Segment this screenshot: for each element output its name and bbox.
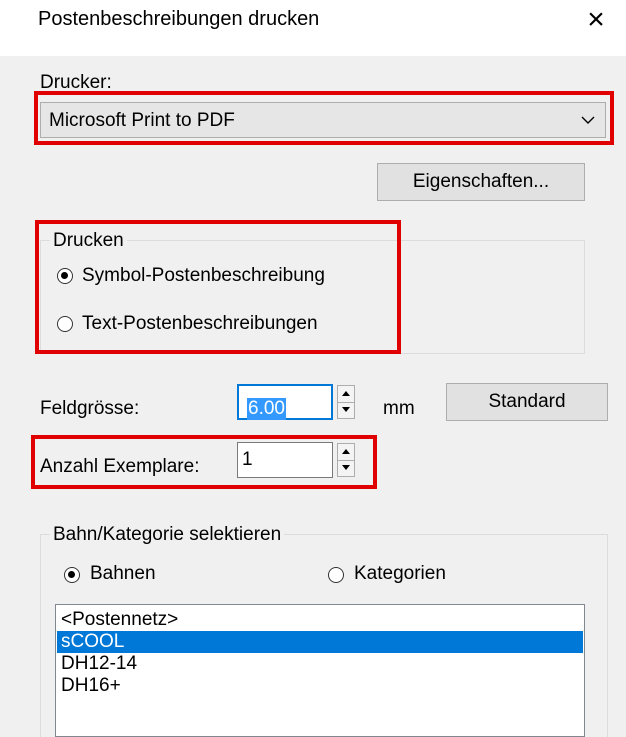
copies-label: Anzahl Exemplare:: [40, 456, 200, 477]
field-size-input[interactable]: 6.00: [237, 384, 333, 420]
printer-selected-value: Microsoft Print to PDF: [49, 110, 235, 131]
radio-courses-label: Bahnen: [90, 563, 156, 584]
list-item-selected[interactable]: sCOOL: [57, 631, 583, 653]
selection-group-label: Bahn/Kategorie selektieren: [50, 524, 285, 546]
spin-down-icon[interactable]: [338, 460, 354, 476]
radio-symbol-description-label: Symbol-Postenbeschreibung: [82, 265, 325, 286]
list-item[interactable]: DH16+: [57, 675, 583, 697]
course-listbox[interactable]: <Postennetz> sCOOL DH12-14 DH16+: [55, 604, 585, 737]
printer-dropdown[interactable]: Microsoft Print to PDF: [40, 102, 606, 138]
copies-input[interactable]: 1: [237, 442, 333, 478]
copies-spinner[interactable]: [337, 443, 355, 477]
spin-up-icon[interactable]: [338, 386, 354, 403]
spin-up-icon[interactable]: [338, 444, 354, 461]
field-size-label: Feldgrösse:: [40, 398, 140, 419]
list-item[interactable]: DH12-14: [57, 653, 583, 675]
standard-button[interactable]: Standard: [446, 383, 608, 421]
printer-label: Drucker:: [40, 72, 112, 93]
field-size-value: 6.00: [247, 398, 286, 420]
chevron-down-icon: [581, 116, 595, 124]
dialog-title: Postenbeschreibungen drucken: [38, 8, 320, 30]
radio-categories[interactable]: [328, 567, 344, 583]
close-icon[interactable]: ×: [578, 0, 614, 40]
radio-categories-label: Kategorien: [354, 563, 446, 584]
print-group-label: Drucken: [50, 230, 127, 252]
print-group: [40, 240, 585, 354]
field-size-unit: mm: [383, 398, 415, 419]
spin-down-icon[interactable]: [338, 402, 354, 418]
radio-symbol-description[interactable]: [57, 268, 73, 284]
radio-text-description-label: Text-Postenbeschreibungen: [82, 313, 318, 334]
properties-button[interactable]: Eigenschaften...: [377, 163, 585, 201]
copies-value: 1: [242, 449, 253, 470]
field-size-spinner[interactable]: [337, 385, 355, 419]
list-item[interactable]: <Postennetz>: [57, 609, 583, 631]
radio-text-description[interactable]: [57, 316, 73, 332]
radio-courses[interactable]: [64, 567, 80, 583]
